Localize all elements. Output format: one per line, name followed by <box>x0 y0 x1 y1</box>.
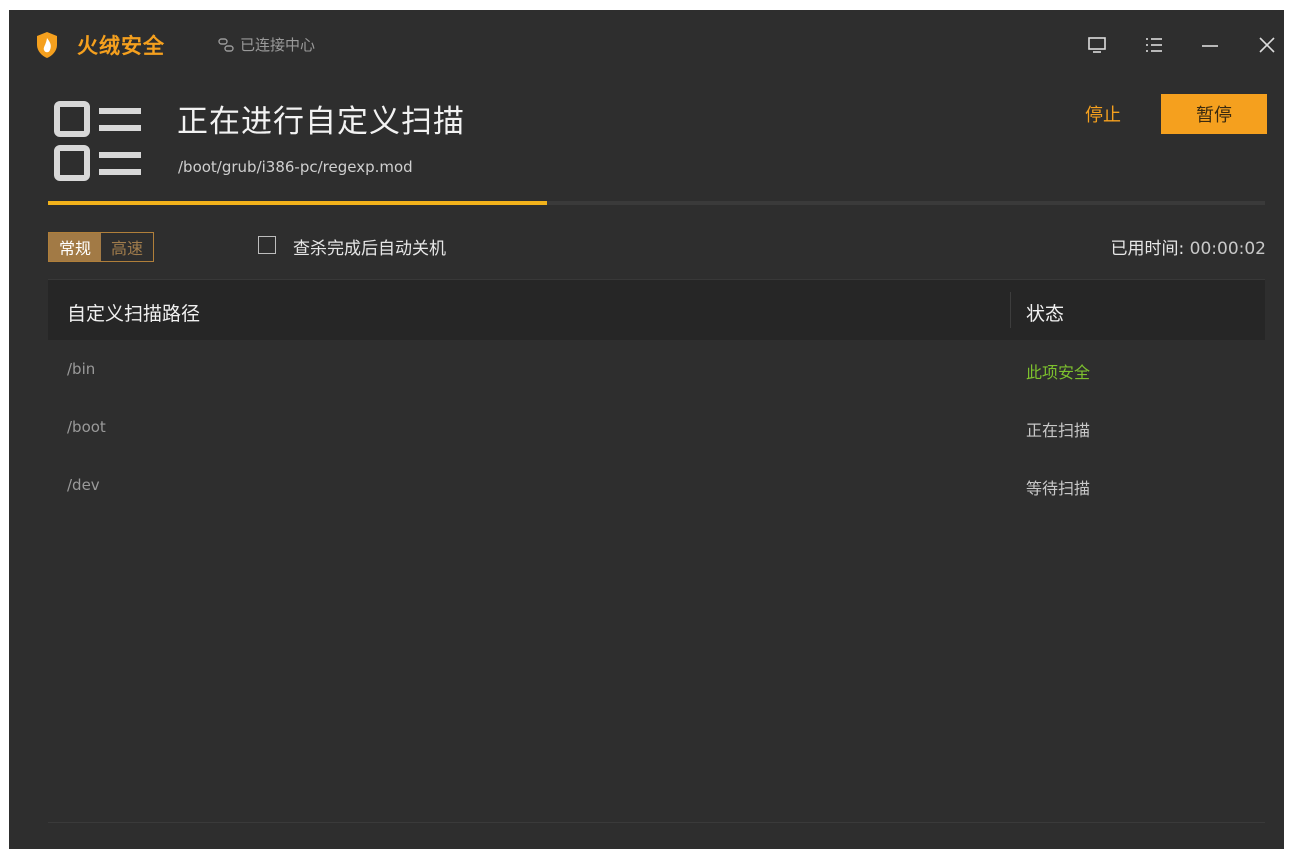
scan-mode-toggle: 常规 高速 <box>48 232 155 262</box>
current-scan-file: /boot/grub/i386-pc/regexp.mod <box>178 158 413 176</box>
elapsed-time: 已用时间: 00:00:02 <box>1111 234 1267 259</box>
menu-icon <box>1146 38 1162 52</box>
monitor-button[interactable] <box>1084 32 1110 58</box>
row-status: 此项安全 <box>1026 363 1091 382</box>
scan-title: 正在进行自定义扫描 <box>177 104 465 140</box>
brand-name: 火绒安全 <box>77 34 165 58</box>
row-path: /bin <box>67 360 96 378</box>
connection-status[interactable]: 已连接中心 <box>217 34 315 55</box>
row-path: /dev <box>67 476 100 494</box>
table-row[interactable]: /boot 正在扫描 <box>48 398 1265 456</box>
column-divider <box>1010 292 1011 328</box>
elapsed-time-value: 00:00:02 <box>1189 239 1266 259</box>
minimize-icon <box>1202 45 1218 47</box>
table-row[interactable]: /bin 此项安全 <box>48 340 1265 398</box>
link-icon <box>218 37 234 52</box>
table-row[interactable]: /dev 等待扫描 <box>48 456 1265 514</box>
connection-status-label: 已连接中心 <box>240 36 316 54</box>
mode-fast-button[interactable]: 高速 <box>101 233 154 261</box>
minimize-button[interactable] <box>1197 32 1223 58</box>
menu-button[interactable] <box>1141 32 1167 58</box>
footer-divider <box>48 822 1265 823</box>
column-header-path: 自定义扫描路径 <box>67 303 201 325</box>
auto-shutdown-checkbox[interactable] <box>258 236 276 254</box>
app-window: 火绒安全 已连接中心 正在进行自定义扫描 /boot/grub/i386-pc/… <box>9 10 1284 849</box>
scan-progress-fill <box>48 201 547 205</box>
close-icon <box>1259 37 1275 53</box>
scan-progress-bar <box>48 201 1265 205</box>
monitor-icon <box>1088 37 1106 53</box>
mode-normal-button[interactable]: 常规 <box>49 233 102 261</box>
stop-button[interactable]: 停止 <box>1077 94 1129 134</box>
shield-logo-icon <box>37 32 57 58</box>
table-header: 自定义扫描路径 状态 <box>48 280 1265 340</box>
row-status: 等待扫描 <box>1026 479 1091 498</box>
row-path: /boot <box>67 418 106 436</box>
close-button[interactable] <box>1254 32 1280 58</box>
pause-button[interactable]: 暂停 <box>1161 94 1267 134</box>
title-bar: 火绒安全 已连接中心 <box>9 10 1284 82</box>
row-status: 正在扫描 <box>1026 421 1091 440</box>
scan-list-icon <box>54 101 141 181</box>
elapsed-time-label: 已用时间: <box>1110 239 1185 259</box>
column-header-status: 状态 <box>1026 303 1065 325</box>
auto-shutdown-label: 查杀完成后自动关机 <box>293 239 446 259</box>
